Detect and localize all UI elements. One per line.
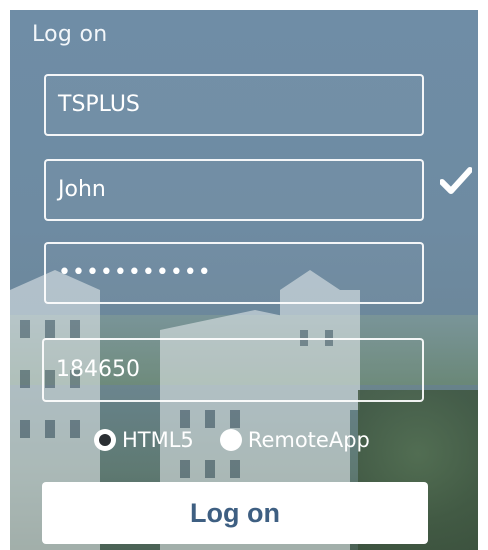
radio-html5-label: HTML5: [122, 428, 194, 452]
username-field[interactable]: John: [44, 159, 424, 221]
login-panel: Log on TSPLUS John ••••••••••• 184650 HT…: [10, 10, 478, 550]
radio-remoteapp-dot[interactable]: [219, 429, 242, 451]
server-field[interactable]: TSPLUS: [44, 74, 424, 136]
radio-remoteapp-label: RemoteApp: [247, 428, 370, 452]
code-field[interactable]: 184650: [42, 338, 424, 402]
checkmark-icon: [440, 167, 472, 194]
radio-html5-dot[interactable]: [94, 429, 116, 451]
logon-button[interactable]: Log on: [42, 482, 428, 544]
password-field[interactable]: •••••••••••: [44, 242, 424, 304]
connection-type-group: HTML5 RemoteApp: [94, 428, 370, 452]
panel-title: Log on: [32, 22, 108, 47]
radio-remoteapp[interactable]: RemoteApp: [219, 428, 370, 452]
radio-html5[interactable]: HTML5: [94, 428, 194, 452]
